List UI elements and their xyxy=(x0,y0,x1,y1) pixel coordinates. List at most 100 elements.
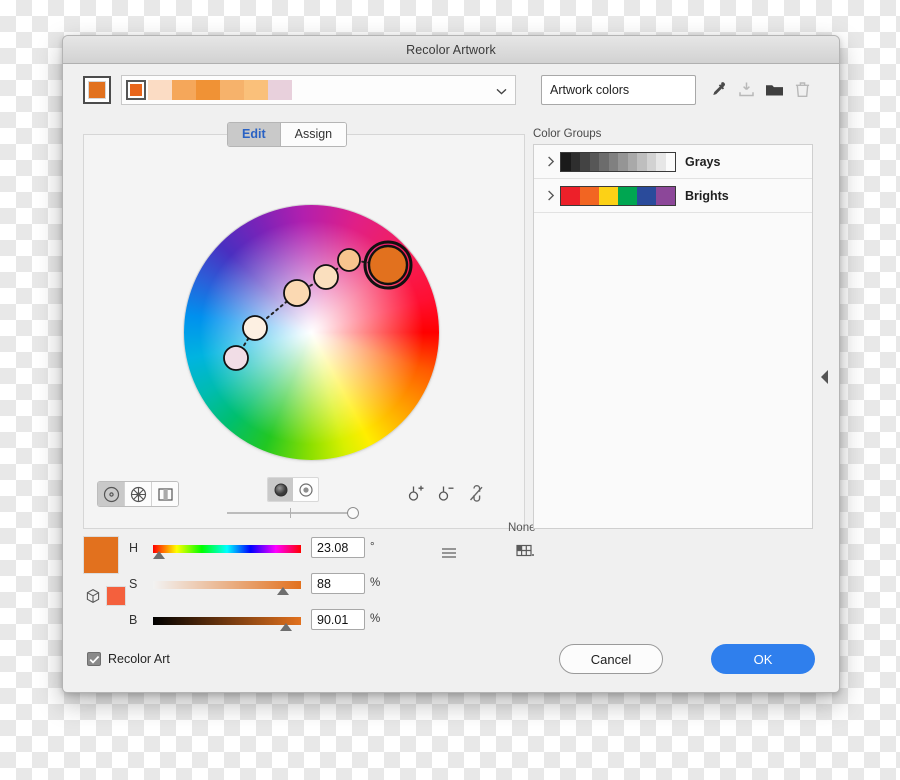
unlink-harmony-colors-icon[interactable] xyxy=(464,481,488,505)
delete-color-group-icon xyxy=(789,75,815,103)
brightness-unit: % xyxy=(370,613,381,625)
chevron-right-icon[interactable] xyxy=(542,156,560,167)
color-group-row-grays[interactable]: Grays xyxy=(534,145,812,179)
recolor-artwork-dialog: Recolor Artwork Artwork colors Edit Assi… xyxy=(62,35,840,693)
hsb-controls: H 23.08 ° S 88 % B 90.01 % None xyxy=(83,522,537,639)
color-group-row-brights[interactable]: Brights xyxy=(534,179,812,213)
current-color-swatch xyxy=(88,81,106,99)
brightness-slider-knob[interactable] xyxy=(280,623,293,631)
recolor-art-checkbox[interactable]: Recolor Art xyxy=(87,652,170,666)
color-group-swatch-grays[interactable] xyxy=(560,151,676,172)
wheel-size-slider[interactable] xyxy=(227,507,359,519)
color-group-swatch-cell xyxy=(618,152,628,171)
color-strip-swatch[interactable] xyxy=(268,80,292,100)
hue-input[interactable]: 23.08 xyxy=(311,537,365,558)
wheel-color-marker[interactable] xyxy=(223,345,249,371)
show-brightness-icon[interactable] xyxy=(293,478,318,501)
brightness-input[interactable]: 90.01 xyxy=(311,609,365,630)
hue-slider-track[interactable] xyxy=(153,545,301,553)
wheel-shade-mode-group xyxy=(267,477,319,502)
wheel-color-marker[interactable] xyxy=(242,315,268,341)
new-color-group-icon[interactable] xyxy=(761,75,787,103)
mode-tabs: Edit Assign xyxy=(227,122,348,147)
color-wheel[interactable] xyxy=(184,205,439,460)
color-group-swatch-cell xyxy=(637,152,647,171)
color-group-swatch-cell xyxy=(656,186,675,205)
add-color-icon[interactable] xyxy=(404,481,428,505)
color-group-swatch-cell xyxy=(589,152,599,171)
saturation-label: S xyxy=(129,577,138,591)
brightness-slider-track[interactable] xyxy=(153,617,301,625)
wheel-color-marker[interactable] xyxy=(337,248,361,272)
color-group-swatch-brights[interactable] xyxy=(560,185,676,206)
wheel-color-marker[interactable] xyxy=(283,279,311,307)
current-color-swatch-button[interactable] xyxy=(83,76,111,104)
recolor-art-checkbox-box[interactable] xyxy=(87,652,101,666)
hue-slider-knob[interactable] xyxy=(152,551,165,559)
remove-color-icon[interactable] xyxy=(434,481,458,505)
color-group-swatch-cell xyxy=(570,152,580,171)
color-strip-swatch[interactable] xyxy=(172,80,196,100)
color-group-name-brights: Brights xyxy=(685,188,729,203)
color-mode-label: None xyxy=(508,522,536,534)
color-group-swatch-cell xyxy=(561,186,580,205)
color-group-swatch-cell xyxy=(561,152,571,171)
color-group-swatch-cell xyxy=(599,152,609,171)
color-strip-dropdown[interactable] xyxy=(121,75,516,105)
color-strip-swatch[interactable] xyxy=(196,80,220,100)
color-strip-swatch[interactable] xyxy=(220,80,244,100)
color-mode-grid-icon[interactable] xyxy=(513,542,537,560)
color-strip-swatches xyxy=(126,80,292,100)
tab-assign[interactable]: Assign xyxy=(279,123,347,146)
show-saturation-brightness-icon[interactable] xyxy=(268,478,293,501)
color-strip-swatch[interactable] xyxy=(148,80,172,100)
harmony-connector-line xyxy=(235,258,389,359)
color-group-swatch-cell xyxy=(580,186,599,205)
segmented-color-wheel-icon[interactable] xyxy=(124,482,151,506)
tab-rule-left xyxy=(83,134,221,135)
color-group-swatch-cell xyxy=(599,186,618,205)
collapse-panel-arrow-icon[interactable] xyxy=(816,360,832,394)
ok-button[interactable]: OK xyxy=(711,644,815,674)
color-group-name-input[interactable]: Artwork colors xyxy=(541,75,696,105)
color-groups-list: Grays Brights xyxy=(533,144,813,529)
saturation-slider-knob[interactable] xyxy=(277,587,290,595)
dialog-titlebar: Recolor Artwork xyxy=(63,36,839,64)
wheel-toolbar xyxy=(84,475,526,521)
color-strip-active-swatch[interactable] xyxy=(126,80,146,100)
color-wheel-markers xyxy=(223,240,413,371)
color-group-swatch-cell xyxy=(608,152,618,171)
color-space-cube-icon[interactable] xyxy=(83,586,103,606)
color-bars-icon[interactable] xyxy=(151,482,178,506)
preview-color-swatch-small[interactable] xyxy=(106,586,126,606)
link-harmony-icon[interactable] xyxy=(438,544,460,562)
cancel-button[interactable]: Cancel xyxy=(559,644,663,674)
chevron-right-icon[interactable] xyxy=(542,190,560,201)
color-groups-heading: Color Groups xyxy=(533,128,602,140)
eyedropper-icon[interactable] xyxy=(705,75,731,103)
color-group-swatch-cell xyxy=(627,152,637,171)
top-toolbar: Artwork colors xyxy=(63,64,839,116)
wheel-color-marker[interactable] xyxy=(313,264,339,290)
hue-slider-row: H 23.08 ° xyxy=(129,537,449,560)
color-strip-active-swatch-fill xyxy=(130,84,142,96)
preview-color-swatch-large[interactable] xyxy=(83,536,119,574)
wheel-color-marker[interactable] xyxy=(367,244,409,286)
saturation-unit: % xyxy=(370,577,381,589)
wheel-size-slider-knob[interactable] xyxy=(347,507,359,519)
tab-edit[interactable]: Edit xyxy=(228,123,280,146)
color-group-swatch-cell xyxy=(618,186,637,205)
color-group-name-grays: Grays xyxy=(685,154,721,169)
color-group-swatch-cell xyxy=(637,186,656,205)
wheel-size-slider-tick xyxy=(290,508,291,518)
wheel-view-mode-group xyxy=(97,481,179,507)
chevron-down-icon[interactable] xyxy=(495,85,507,97)
saturation-input[interactable]: 88 xyxy=(311,573,365,594)
smooth-color-wheel-icon[interactable] xyxy=(98,482,124,506)
color-strip-swatch[interactable] xyxy=(244,80,268,100)
color-group-swatch-cell xyxy=(665,152,675,171)
recolor-art-label: Recolor Art xyxy=(108,652,170,666)
wheel-size-slider-track xyxy=(227,512,357,514)
save-color-group-icon xyxy=(733,75,759,103)
brightness-slider-row: B 90.01 % xyxy=(129,609,449,632)
